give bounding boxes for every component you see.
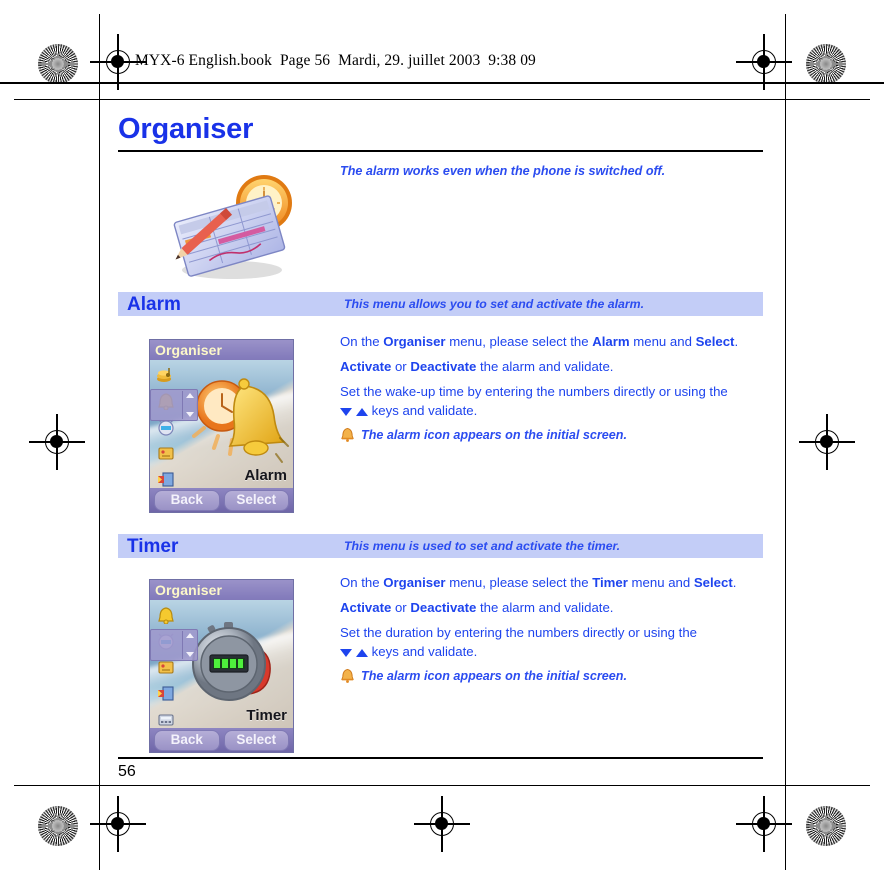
phone-softkey-bar-alarm: Back Select	[150, 488, 293, 512]
alarm-note: The alarm icon appears on the initial sc…	[340, 427, 762, 443]
page-number: 56	[118, 763, 136, 780]
scroll-down-arrow-icon	[185, 652, 194, 657]
section-band-timer: Timer This menu is used to set and activ…	[118, 534, 763, 558]
txt: the alarm and validate.	[476, 358, 614, 374]
up-arrow-key-icon	[356, 648, 368, 657]
down-arrow-key-icon	[340, 407, 352, 416]
bold-select: Select	[693, 575, 733, 590]
phone-title-timer: Organiser	[150, 580, 293, 600]
bold-select: Select	[695, 334, 735, 349]
bell-icon	[341, 427, 354, 442]
phone-rail-scroll-arrows[interactable]	[182, 391, 196, 419]
footer-rule	[118, 757, 763, 759]
txt: menu, please select the	[445, 575, 593, 590]
alarm-step-3-lead: Set the wake-up time by entering the num…	[340, 383, 728, 399]
phone-screen-timer: Organiser Timer Back Select	[149, 579, 294, 753]
alarm-step-3-tail: keys and validate.	[340, 402, 762, 420]
phone-icon-rail-timer	[152, 603, 182, 728]
softkey-select-timer[interactable]: Select	[223, 729, 289, 751]
bold-activate: Activate	[340, 358, 392, 374]
softkey-select-alarm[interactable]: Select	[223, 489, 289, 511]
softkey-back-alarm[interactable]: Back	[154, 489, 220, 511]
manual-page: MYX-6 English.book Page 56 Mardi, 29. ju…	[0, 0, 884, 884]
bell-icon	[341, 668, 354, 683]
bold-deactivate: Deactivate	[410, 599, 477, 615]
timer-note-text: The alarm icon appears on the initial sc…	[361, 668, 627, 683]
phone-title-alarm: Organiser	[150, 340, 293, 360]
scroll-down-arrow-icon	[185, 412, 194, 417]
phone-screen-alarm: Organiser Alarm Back Select	[149, 339, 294, 513]
title-rule	[118, 150, 763, 152]
book-file-header: MYX-6 English.book Page 56 Mardi, 29. ju…	[135, 52, 536, 69]
txt: .	[734, 334, 739, 349]
phone-body-timer: Timer	[150, 600, 293, 728]
phone-icon-rail-alarm	[152, 363, 182, 488]
rail-icon-media-book[interactable]	[152, 467, 180, 488]
txt: menu and	[627, 575, 694, 590]
page-title: Organiser	[118, 113, 254, 145]
txt: On the	[340, 334, 384, 349]
timer-step-3-tail: keys and validate.	[340, 643, 762, 661]
alarm-note-text: The alarm icon appears on the initial sc…	[361, 427, 627, 442]
timer-step-2: Activate or Deactivate the alarm and val…	[340, 599, 762, 617]
phone-caption-timer: Timer	[246, 707, 287, 724]
rail-icon-coins-music[interactable]	[152, 363, 180, 387]
txt: .	[732, 575, 737, 590]
section-body-alarm: On the Organiser menu, please select the…	[340, 333, 762, 443]
section-desc-timer: This menu is used to set and activate th…	[344, 539, 621, 553]
txt: menu and	[629, 334, 696, 349]
section-body-timer: On the Organiser menu, please select the…	[340, 574, 762, 684]
organiser-planner-clock-icon	[173, 175, 292, 279]
bold-organiser: Organiser	[383, 575, 446, 590]
phone-body-alarm: Alarm	[150, 360, 293, 488]
phone-rail-selection-timer[interactable]	[150, 629, 198, 661]
bold-organiser: Organiser	[383, 334, 446, 349]
txt: or	[391, 358, 411, 374]
bold-activate: Activate	[340, 599, 392, 615]
rail-icon-media-book[interactable]	[152, 681, 180, 705]
timer-step-1: On the Organiser menu, please select the…	[340, 574, 762, 592]
txt: the alarm and validate.	[476, 599, 614, 615]
header-rule	[0, 82, 884, 84]
phone-rail-scroll-arrows[interactable]	[182, 631, 196, 659]
rail-icon-bell[interactable]	[152, 603, 180, 627]
scroll-up-arrow-icon	[185, 633, 194, 638]
txt: On the	[340, 575, 384, 590]
phone-rail-selection-alarm[interactable]	[150, 389, 198, 421]
section-title-alarm: Alarm	[127, 293, 181, 315]
timer-note: The alarm icon appears on the initial sc…	[340, 668, 762, 684]
txt: or	[391, 599, 411, 615]
bold-deactivate: Deactivate	[410, 358, 477, 374]
scroll-up-arrow-icon	[185, 393, 194, 398]
rail-icon-calculator[interactable]	[152, 707, 180, 728]
up-arrow-key-icon	[356, 407, 368, 416]
stopwatch-icon	[192, 622, 271, 701]
alarm-step-1: On the Organiser menu, please select the…	[340, 333, 762, 351]
alarm-keys-text: keys and validate.	[371, 402, 478, 418]
bold-timer: Timer	[592, 575, 628, 590]
softkey-back-timer[interactable]: Back	[154, 729, 220, 751]
section-desc-alarm: This menu allows you to set and activate…	[344, 297, 644, 311]
down-arrow-key-icon	[340, 648, 352, 657]
timer-keys-text: keys and validate.	[371, 643, 478, 659]
rail-icon-notebook[interactable]	[152, 441, 180, 465]
alarm-step-2: Activate or Deactivate the alarm and val…	[340, 358, 762, 376]
txt: menu, please select the	[445, 334, 593, 349]
timer-step-3-lead: Set the duration by entering the numbers…	[340, 624, 698, 640]
bell-and-clock-icon	[192, 378, 289, 463]
phone-caption-alarm: Alarm	[244, 467, 287, 484]
intro-note: The alarm works even when the phone is s…	[340, 164, 666, 178]
bold-alarm: Alarm	[592, 334, 630, 349]
section-band-alarm: Alarm This menu allows you to set and ac…	[118, 292, 763, 316]
section-title-timer: Timer	[127, 535, 179, 557]
phone-softkey-bar-timer: Back Select	[150, 728, 293, 752]
